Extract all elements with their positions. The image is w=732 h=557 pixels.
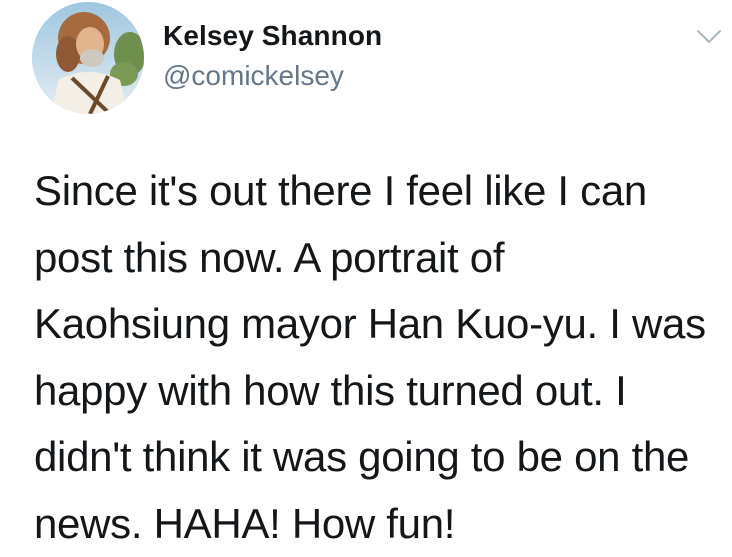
tweet-text-line: post this now. A portrait of [34, 225, 724, 292]
avatar-portrait-image [32, 2, 144, 114]
chevron-down-icon[interactable] [696, 28, 722, 46]
user-handle[interactable]: @comickelsey [163, 60, 344, 92]
tweet-card: Kelsey Shannon @comickelsey Since it's o… [0, 0, 732, 544]
display-name[interactable]: Kelsey Shannon [163, 20, 382, 52]
tweet-text-line: happy with how this turned out. I [34, 358, 724, 425]
tweet-text-line: news. HAHA! How fun! [34, 491, 724, 557]
tweet-text-line: didn't think it was going to be on the [34, 424, 724, 491]
tweet-body: Since it's out there I feel like I can p… [34, 158, 724, 557]
tweet-text-line: Since it's out there I feel like I can [34, 158, 724, 225]
tweet-text-line: Kaohsiung mayor Han Kuo-yu. I was [34, 291, 724, 358]
user-avatar[interactable] [32, 2, 144, 114]
